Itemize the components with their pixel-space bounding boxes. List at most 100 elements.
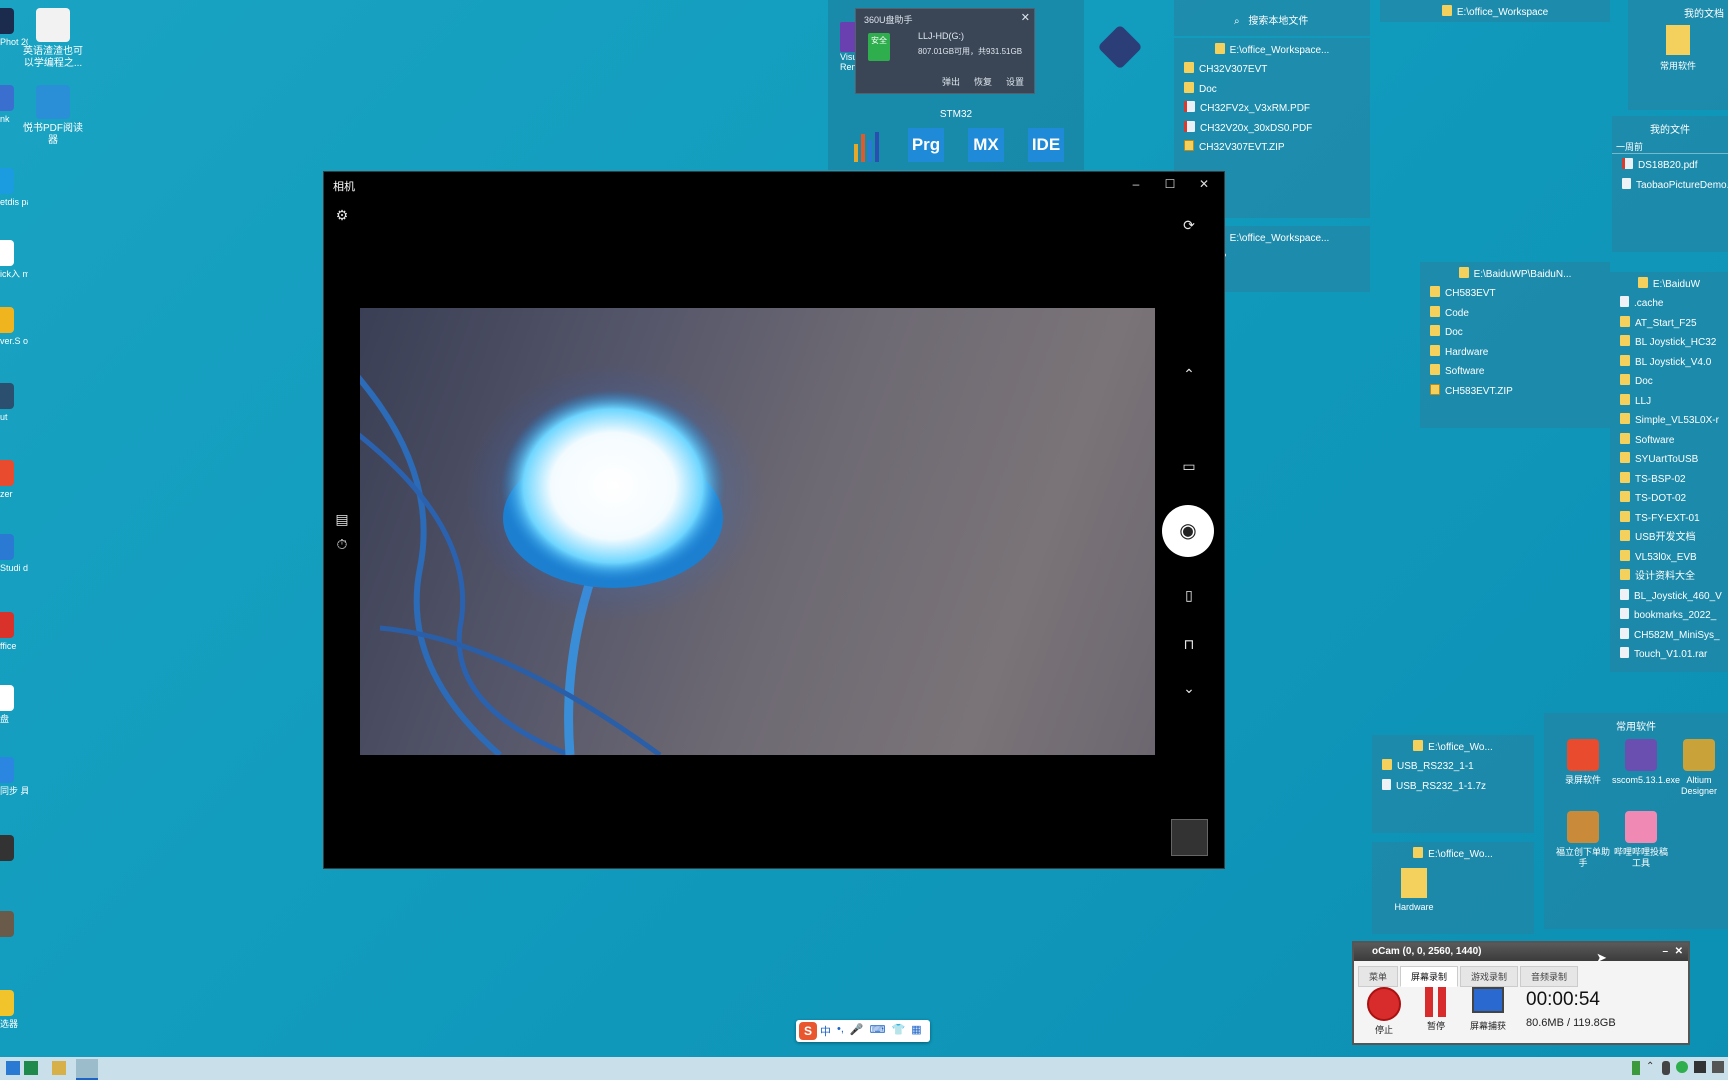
desktop-shortcut-partial[interactable]: etdis pace — [0, 168, 28, 208]
video-mode-icon[interactable]: ▭ — [1179, 456, 1199, 476]
ime-button[interactable]: 中 — [820, 1023, 831, 1039]
fence-item[interactable]: LLJ — [1610, 392, 1728, 412]
ocam-minimize-button[interactable]: – — [1662, 943, 1668, 961]
tray-chevron-up-icon[interactable]: ⌃ — [1646, 1061, 1656, 1075]
fence-item[interactable]: CH583EVT — [1420, 284, 1610, 304]
desktop-shortcut-partial[interactable]: zer — [0, 460, 28, 500]
fence-item[interactable]: TS-BSP-02 — [1610, 470, 1728, 490]
stm32-tool-tile[interactable]: IDE — [1028, 128, 1064, 162]
switch-camera-icon[interactable]: ⟳ — [1179, 215, 1199, 235]
fence-item[interactable]: BL Joystick_V4.0 — [1610, 353, 1728, 373]
desktop-shortcut-partial[interactable]: Phot 2021 — [0, 8, 28, 48]
desktop-shortcut[interactable]: 悦书PDF阅读器 — [20, 85, 86, 147]
fence-item[interactable]: CH32FV2x_V3xRM.PDF — [1174, 99, 1370, 119]
fence-item[interactable]: Software — [1420, 362, 1610, 382]
tray-battery-icon[interactable] — [1632, 1061, 1640, 1075]
taskbar-camera-icon[interactable] — [76, 1059, 98, 1080]
fence-item[interactable]: DS18B20.pdf — [1612, 156, 1728, 176]
minimize-button[interactable]: – — [1119, 172, 1153, 196]
photo-settings-icon[interactable]: ▤ — [332, 509, 352, 529]
fence-item[interactable]: TS-FY-EXT-01 — [1610, 509, 1728, 529]
fence-item[interactable]: SYUartToUSB — [1610, 450, 1728, 470]
desktop-shortcut-partial[interactable]: ffice — [0, 612, 28, 652]
fence-item[interactable]: Software — [1610, 431, 1728, 451]
tool-shortcut[interactable]: Altium Designer — [1670, 739, 1728, 797]
fence-item[interactable]: Hardware — [1420, 343, 1610, 363]
desktop-shortcut[interactable]: 英语渣渣也可以学编程之... — [20, 8, 86, 70]
desktop-shortcut-partial[interactable]: ut — [0, 383, 28, 423]
chevron-down-icon[interactable]: ⌄ — [1179, 678, 1199, 698]
ime-button[interactable]: •, — [837, 1023, 844, 1039]
tool-shortcut[interactable]: sscom5.13.1.exe — [1612, 739, 1680, 786]
ime-button[interactable]: ⌨ — [870, 1023, 886, 1039]
taskbar-app-icon[interactable] — [52, 1061, 66, 1075]
ocam-pause-button[interactable]: 暂停 — [1416, 987, 1456, 1032]
fence-item[interactable]: Doc — [1174, 80, 1370, 100]
fence-item[interactable]: Simple_VL53L0X-r — [1610, 411, 1728, 431]
tray-volume-icon[interactable] — [1712, 1061, 1724, 1073]
ime-button[interactable]: 🎤 — [850, 1023, 864, 1039]
whiteboard-mode-icon[interactable]: ⊓ — [1179, 634, 1199, 654]
usb-action-button[interactable]: 弹出 — [942, 75, 960, 93]
fence-item[interactable]: CH582M_MiniSys_ — [1610, 626, 1728, 646]
ocam-stop-button[interactable]: 停止 — [1364, 987, 1404, 1036]
fence-item[interactable]: USB开发文档 — [1610, 528, 1728, 548]
tool-shortcut[interactable]: 录屏软件 — [1554, 739, 1612, 786]
settings-gear-icon[interactable]: ⚙ — [332, 205, 352, 225]
chevron-up-icon[interactable]: ⌃ — [1179, 364, 1199, 384]
ime-button[interactable]: ▦ — [911, 1023, 921, 1039]
fence-item[interactable]: CH32V20x_30xDS0.PDF — [1174, 119, 1370, 139]
usb-action-button[interactable]: 设置 — [1006, 75, 1024, 93]
ocam-close-button[interactable]: ✕ — [1675, 943, 1683, 961]
fence-item[interactable]: TS-DOT-02 — [1610, 489, 1728, 509]
fence-item[interactable]: Doc — [1420, 323, 1610, 343]
last-capture-thumbnail[interactable] — [1171, 819, 1208, 856]
desktop-shortcut-partial[interactable] — [0, 835, 28, 864]
stm32-tool-tile[interactable]: MX — [968, 128, 1004, 162]
usb-action-button[interactable]: 恢复 — [974, 75, 992, 93]
ocam-tab[interactable]: 音频录制 — [1520, 966, 1579, 987]
fence-item[interactable]: bookmarks_2022_ — [1610, 606, 1728, 626]
desktop-shortcut-partial[interactable]: 盘 — [0, 685, 28, 725]
tool-shortcut[interactable]: 哔哩哔哩投稿工具 — [1612, 811, 1670, 869]
fence-item[interactable]: BL Joystick_HC32 — [1610, 333, 1728, 353]
ime-button[interactable]: 👕 — [892, 1023, 906, 1039]
fence-item[interactable]: Doc — [1610, 372, 1728, 392]
timer-icon[interactable]: ⏱ — [332, 534, 352, 554]
desktop-shortcut-partial[interactable]: Studi de — [0, 534, 28, 574]
hardware-folder[interactable]: Hardware — [1384, 868, 1444, 912]
fence-item[interactable]: .cache — [1610, 294, 1728, 314]
desktop-shortcut-partial[interactable]: 同步 具 — [0, 757, 28, 797]
tray-mic-icon[interactable] — [1662, 1061, 1670, 1075]
fence-item[interactable]: BL_Joystick_460_V — [1610, 587, 1728, 607]
desktop-shortcut-partial[interactable]: nk — [0, 85, 28, 125]
ocam-tab[interactable]: 游戏录制 — [1460, 966, 1519, 987]
desktop-shortcut-partial[interactable] — [0, 911, 28, 940]
fence-item[interactable]: CH32V307EVT — [1174, 60, 1370, 80]
tray-network-icon[interactable] — [1694, 1061, 1706, 1073]
fence-item[interactable]: Code — [1420, 304, 1610, 324]
common-software-folder[interactable]: 常用软件 — [1648, 25, 1708, 72]
stm32-chart-icon[interactable] — [850, 128, 884, 162]
fence-item[interactable]: AT_Start_F25 — [1610, 314, 1728, 334]
fence-item[interactable]: CH32V307EVT.ZIP — [1174, 138, 1370, 158]
fence-item[interactable]: TaobaoPictureDemo.r — [1612, 176, 1728, 196]
ocam-tab[interactable]: 菜单 — [1358, 966, 1399, 987]
shutter-camera-button[interactable]: ◉ — [1162, 505, 1214, 557]
fence-item[interactable]: VL53l0x_EVB — [1610, 548, 1728, 568]
ocam-screen-capture-button[interactable]: 屏幕捕获 — [1468, 987, 1508, 1032]
taskbar-app-icon[interactable] — [6, 1061, 20, 1075]
document-mode-icon[interactable]: ▯ — [1179, 585, 1199, 605]
taskbar-excel-icon[interactable] — [24, 1061, 38, 1075]
fence-item[interactable]: 设计资料大全 — [1610, 567, 1728, 587]
ocam-tab[interactable]: 屏幕录制 — [1400, 966, 1459, 987]
desktop-shortcut-partial[interactable]: 选器 — [0, 990, 28, 1030]
tool-shortcut[interactable]: 福立创下单助手 — [1554, 811, 1612, 869]
fence-item[interactable]: CH583EVT.ZIP — [1420, 382, 1610, 402]
fence-item[interactable]: USB_RS232_1-1 — [1372, 757, 1534, 777]
cube-app-icon[interactable] — [1097, 24, 1143, 70]
fence-item[interactable]: USB_RS232_1-1.7z — [1372, 777, 1534, 797]
stm32-tool-tile[interactable]: Prg — [908, 128, 944, 162]
maximize-button[interactable]: ☐ — [1153, 172, 1187, 196]
search-box[interactable]: ⌕ 搜索本地文件 — [1234, 12, 1308, 27]
